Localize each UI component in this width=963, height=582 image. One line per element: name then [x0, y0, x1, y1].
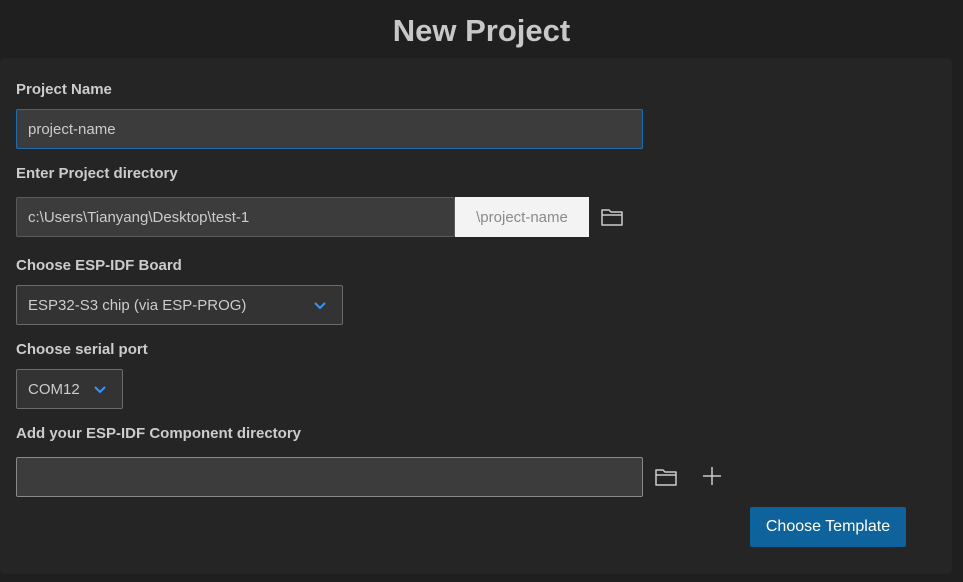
board-label: Choose ESP-IDF Board — [16, 257, 182, 274]
project-directory-input[interactable]: c:\Users\Tianyang\Desktop\test-1 — [16, 197, 455, 237]
serial-port-selected-value: COM12 — [28, 380, 80, 398]
component-directory-label: Add your ESP-IDF Component directory — [16, 425, 302, 442]
project-directory-label: Enter Project directory — [16, 165, 178, 182]
chevron-down-icon — [312, 297, 328, 317]
folder-icon[interactable] — [599, 204, 625, 230]
plus-icon[interactable] — [699, 463, 725, 489]
board-select[interactable]: ESP32-S3 chip (via ESP-PROG) — [16, 285, 343, 325]
project-name-label: Project Name — [16, 81, 112, 98]
page-title: New Project — [392, 13, 571, 48]
serial-port-select[interactable]: COM12 — [16, 369, 123, 409]
project-name-suffix: \project-name — [455, 197, 589, 237]
folder-icon[interactable] — [653, 464, 679, 490]
chevron-down-icon — [92, 381, 108, 401]
board-selected-value: ESP32-S3 chip (via ESP-PROG) — [28, 296, 247, 314]
choose-template-button[interactable]: Choose Template — [750, 507, 906, 547]
serial-port-label: Choose serial port — [16, 341, 148, 358]
component-directory-input[interactable] — [16, 457, 643, 497]
project-name-input[interactable]: project-name — [16, 109, 643, 149]
